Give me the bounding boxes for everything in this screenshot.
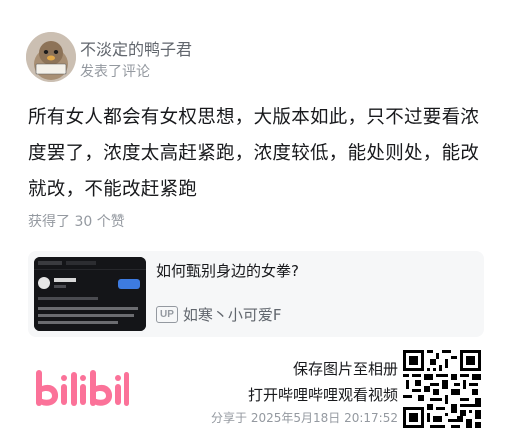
video-card[interactable]: 如何甄别身边的女拳? UP 如寒丶小可爱F: [28, 251, 484, 337]
save-image-hint: 保存图片至相册: [292, 360, 398, 378]
author-name[interactable]: 不淡定的鸭子君: [80, 36, 192, 60]
qr-code: [403, 350, 481, 428]
video-thumbnail-image: [34, 257, 146, 331]
likes-count: 获得了 30 个赞: [28, 214, 125, 230]
avatar[interactable]: [26, 32, 76, 82]
video-thumbnail[interactable]: [34, 257, 146, 331]
author-action: 发表了评论: [80, 64, 150, 80]
up-badge-icon: UP: [156, 305, 178, 323]
avatar-image: [26, 32, 76, 82]
bilibili-logo: [33, 364, 133, 420]
comment-header: 不淡定的鸭子君 发表了评论: [26, 32, 486, 82]
open-app-hint: 打开哔哩哔哩观看视频: [247, 386, 398, 404]
uploader-name: 如寒丶小可爱F: [182, 305, 282, 324]
share-timestamp: 分享于 2025年5月18日 20:17:52: [211, 411, 398, 425]
qr-code-icon: [403, 350, 481, 428]
comment-text: 所有女人都会有女权思想，大版本如此，只不过要看浓度罢了，浓度太高赶紧跑，浓度较低…: [28, 107, 480, 200]
bilibili-logo-icon: [36, 370, 129, 406]
video-title[interactable]: 如何甄别身边的女拳?: [156, 260, 299, 281]
uploader-row[interactable]: UP 如寒丶小可爱F: [156, 304, 282, 324]
